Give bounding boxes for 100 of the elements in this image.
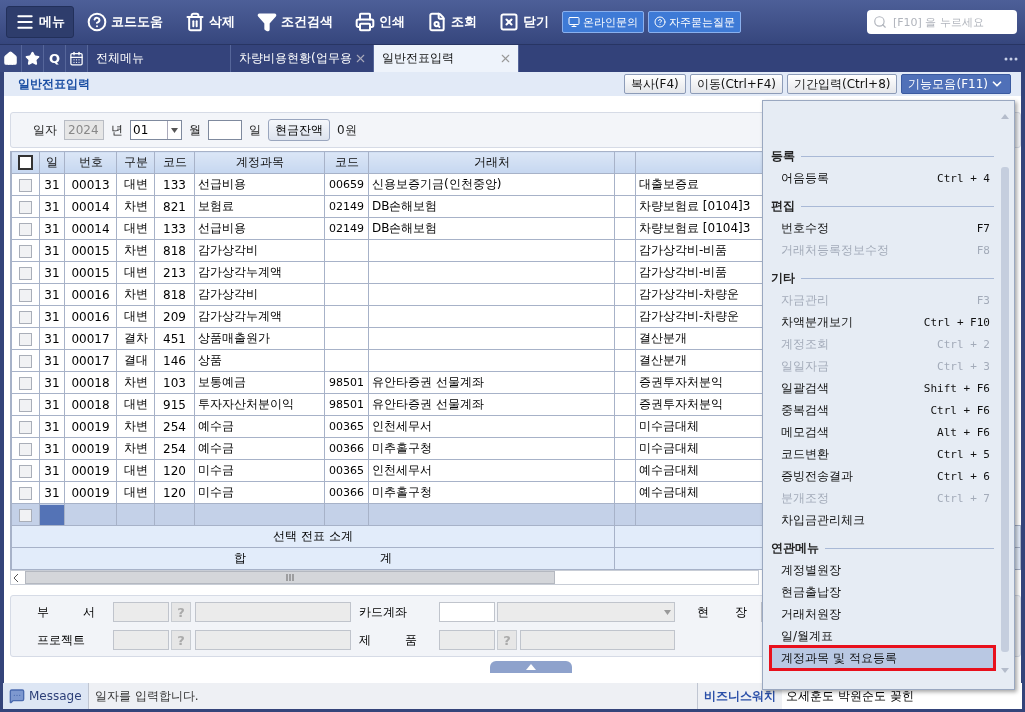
caret-icon: [664, 609, 671, 615]
shortcut-text: Ctrl + 7: [937, 491, 990, 505]
status-message: 일자를 입력합니다.: [94, 687, 200, 705]
row-checkbox[interactable]: [19, 266, 32, 280]
expand-tab[interactable]: [489, 661, 572, 673]
table-cell: 신용보증기금(인천중앙): [368, 173, 615, 196]
table-cell: DB손해보험: [368, 217, 615, 240]
row-checkbox[interactable]: [19, 420, 32, 434]
table-cell: 미수금: [194, 459, 325, 482]
field-label: 부 서: [36, 603, 96, 621]
home-icon: [3, 51, 18, 66]
row-checkbox[interactable]: [19, 200, 32, 214]
help-link-button[interactable]: 온라인문의: [562, 11, 644, 33]
menu-section-title: 등록: [771, 147, 795, 165]
select-all-checkbox[interactable]: [18, 155, 33, 170]
monitor-icon: [568, 16, 580, 28]
tab[interactable]: 일반전표입력: [374, 45, 519, 72]
search-field[interactable]: [F10] 을 누르세요: [867, 10, 1017, 34]
message-label: Message: [29, 689, 82, 703]
row-checkbox[interactable]: [19, 244, 32, 258]
column-header: 번호: [64, 151, 117, 174]
row-checkbox[interactable]: [19, 464, 32, 478]
toolbar-button[interactable]: 조건검색: [248, 6, 342, 38]
shortcut-text: Alt + F6: [937, 425, 990, 439]
caret-icon: [171, 127, 178, 133]
cash-balance-button[interactable]: 현금잔액: [268, 119, 330, 141]
menu-button[interactable]: 메뉴: [6, 6, 74, 38]
quick-icon-button[interactable]: [0, 45, 22, 72]
search-icon: [427, 12, 447, 32]
column-header: 거래처: [368, 151, 615, 174]
menu-item[interactable]: 거래처원장: [771, 603, 994, 625]
row-checkbox[interactable]: [19, 354, 32, 368]
horizontal-scrollbar[interactable]: [10, 570, 759, 585]
table-cell: 감가상각누계액: [194, 305, 325, 328]
day-field[interactable]: [208, 120, 242, 140]
row-checkbox[interactable]: [19, 310, 32, 324]
scroll-thumb[interactable]: [25, 571, 555, 584]
quick-icon-button[interactable]: [66, 45, 88, 72]
search-icon: [873, 15, 887, 29]
table-cell: 인천세무서: [368, 459, 615, 482]
department-code-field[interactable]: [113, 602, 169, 622]
table-cell: 미추홀구청: [368, 437, 615, 460]
toolbar-button[interactable]: 삭제: [176, 6, 244, 38]
row-checkbox[interactable]: [19, 288, 32, 302]
row-checkbox[interactable]: [19, 178, 32, 192]
row-checkbox[interactable]: [19, 376, 32, 390]
shortcut-text: Ctrl + 4: [937, 171, 990, 185]
toolbar-button[interactable]: 코드도움: [78, 6, 172, 38]
close-icon[interactable]: [354, 52, 367, 65]
quick-button[interactable]: Q: [44, 45, 66, 72]
menu-item[interactable]: 계정과목 및 적요등록: [771, 647, 994, 669]
menu-item[interactable]: 현금출납장: [771, 581, 994, 603]
help-icon: [87, 12, 107, 32]
subtotal-label: 선택 전표 소계: [11, 525, 615, 548]
project-name-field[interactable]: [195, 630, 351, 650]
menu-item[interactable]: 차입금관리체크: [771, 509, 994, 531]
row-checkbox[interactable]: [19, 222, 32, 236]
help-link-button[interactable]: 자주묻는질문: [648, 11, 741, 33]
table-cell: 예수금: [194, 415, 325, 438]
close-icon: [499, 12, 519, 32]
product-name-field[interactable]: [520, 630, 675, 650]
action-button[interactable]: 이동(Ctrl+F4): [689, 74, 784, 94]
tab-label: 차량비용현황(업무용: [239, 50, 352, 67]
toolbar-button[interactable]: 조회: [418, 6, 486, 38]
menu-item[interactable]: 일/월계표: [771, 625, 994, 647]
card-code-field[interactable]: [439, 602, 495, 622]
quick-icon-button[interactable]: [22, 45, 44, 72]
cash-amount: 0원: [337, 121, 357, 139]
menu-item[interactable]: 계정별원장: [771, 559, 994, 581]
row-checkbox[interactable]: [19, 332, 32, 346]
unit-label: 년: [111, 121, 123, 139]
row-checkbox[interactable]: [19, 442, 32, 456]
page-title: 일반전표입력: [18, 75, 90, 93]
date-label: 일자: [33, 121, 57, 139]
row-checkbox[interactable]: [19, 398, 32, 412]
product-code-field[interactable]: [439, 630, 495, 650]
row-checkbox[interactable]: [19, 508, 32, 522]
column-header: 구분: [116, 151, 155, 174]
chat-icon: [9, 688, 25, 704]
card-account-select[interactable]: [497, 602, 675, 622]
shortcut-text: Ctrl + F10: [923, 315, 990, 329]
table-cell: 선급비용: [194, 173, 325, 196]
up-arrow-icon: [525, 664, 536, 670]
project-code-field[interactable]: [113, 630, 169, 650]
table-cell: 유안타증권 선물계좌: [368, 371, 615, 394]
toolbar-button[interactable]: 인쇄: [346, 6, 414, 38]
shortcut-text: F3: [976, 293, 990, 307]
shortcut-text: Shift + F6: [923, 381, 990, 395]
field-label: 제 품: [358, 631, 418, 649]
department-name-field[interactable]: [195, 602, 351, 622]
action-button[interactable]: 기간입력(Ctrl+8): [787, 74, 898, 94]
table-cell: 미추홀구청: [368, 481, 615, 504]
toolbar-button[interactable]: 닫기: [490, 6, 558, 38]
unit-label: 월: [189, 121, 201, 139]
action-button[interactable]: 기능모음(F11): [901, 74, 1011, 94]
month-select[interactable]: 01: [130, 120, 182, 140]
action-button[interactable]: 복사(F4): [623, 74, 686, 94]
row-checkbox[interactable]: [19, 486, 32, 500]
close-icon[interactable]: [499, 52, 512, 65]
shortcut-text: F8: [976, 243, 990, 257]
